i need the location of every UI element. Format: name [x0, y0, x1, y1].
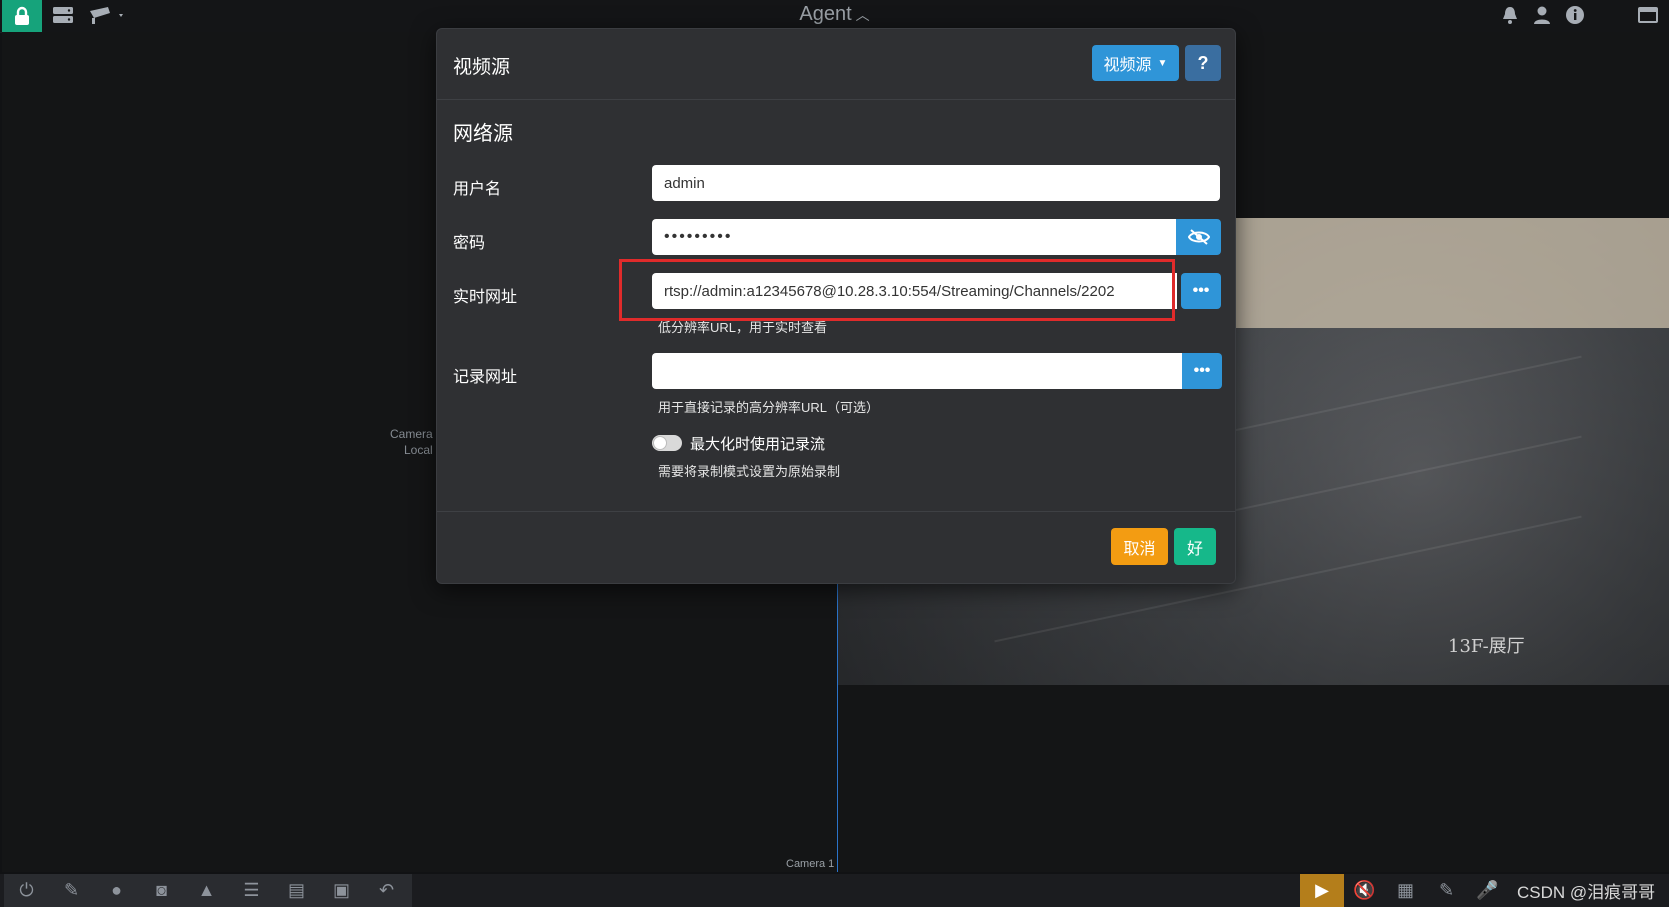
toggle-password-visibility-button[interactable] — [1176, 219, 1221, 255]
record-url-label: 记录网址 — [453, 369, 518, 386]
dialog-footer-divider — [437, 511, 1235, 512]
app-title[interactable]: Agent ︿ — [0, 3, 1669, 26]
mute-icon[interactable]: 🔇 — [1344, 880, 1385, 901]
microphone-icon[interactable]: 🎤 — [1467, 880, 1508, 901]
checklist-icon[interactable]: ☰ — [229, 880, 274, 901]
ok-button[interactable]: 好 — [1174, 528, 1216, 565]
watermark: CSDN @泪痕哥哥 — [1517, 883, 1656, 902]
camera-feed-label: 13F-展厅 — [1448, 636, 1525, 657]
bell-icon[interactable] — [1500, 5, 1520, 30]
caret-down-icon: ▼ — [1157, 57, 1168, 69]
chevron-up-icon: ︿ — [855, 7, 870, 23]
password-label: 密码 — [453, 235, 486, 252]
grid-icon[interactable]: ▦ — [1385, 880, 1426, 901]
info-icon[interactable] — [1565, 5, 1585, 30]
record-icon[interactable]: ● — [94, 880, 139, 901]
cancel-button[interactable]: 取消 — [1111, 528, 1168, 565]
max-record-stream-hint: 需要将录制模式设置为原始录制 — [658, 464, 841, 479]
undo-icon[interactable]: ↶ — [364, 880, 409, 901]
edit-icon[interactable]: ✎ — [49, 880, 94, 901]
edit-view-icon[interactable]: ✎ — [1426, 880, 1467, 901]
alert-icon[interactable]: ▲ — [184, 880, 229, 901]
live-url-label: 实时网址 — [453, 289, 518, 306]
help-button[interactable]: ? — [1185, 45, 1221, 81]
max-record-stream-label: 最大化时使用记录流 — [690, 436, 826, 453]
max-record-stream-toggle[interactable] — [652, 435, 682, 451]
video-source-dialog: 视频源 视频源 ▼ ? 网络源 用户名 admin 密码 ••••••••• 实… — [436, 28, 1236, 584]
highlight-annotation — [619, 259, 1175, 321]
record-url-hint: 用于直接记录的高分辨率URL（可选） — [658, 400, 880, 415]
username-input[interactable]: admin — [652, 165, 1220, 201]
camera-1-label: Camera 1 — [786, 858, 835, 870]
bottom-toolbar: ⏻ ✎ ● ◙ ▲ ☰ ▤ ▣ ↶ — [4, 874, 412, 907]
snapshot-icon[interactable]: ◙ — [139, 880, 184, 901]
live-url-more-button[interactable]: ••• — [1181, 273, 1221, 309]
dialog-title: 视频源 — [453, 57, 511, 78]
power-icon[interactable]: ⏻ — [4, 880, 49, 901]
record-url-more-button[interactable]: ••• — [1182, 353, 1222, 389]
record-url-input[interactable] — [652, 353, 1182, 389]
camera-left-label: Camera Local — [390, 426, 433, 458]
password-input[interactable]: ••••••••• — [652, 219, 1176, 255]
image-icon[interactable]: ▣ — [319, 880, 364, 901]
section-title: 网络源 — [453, 123, 513, 145]
source-type-label: 视频源 — [1103, 57, 1152, 74]
camera-left-line1: Camera — [390, 427, 433, 441]
username-label: 用户名 — [453, 181, 502, 198]
file-icon[interactable]: ▤ — [274, 880, 319, 901]
toggle-knob — [654, 437, 666, 449]
play-icon[interactable]: ▶ — [1300, 874, 1344, 907]
source-type-dropdown[interactable]: 视频源 ▼ — [1092, 45, 1179, 81]
eye-slash-icon — [1187, 229, 1210, 245]
window-icon[interactable] — [1637, 5, 1659, 30]
user-icon[interactable] — [1532, 5, 1552, 30]
camera-left-line2: Local — [404, 443, 433, 457]
